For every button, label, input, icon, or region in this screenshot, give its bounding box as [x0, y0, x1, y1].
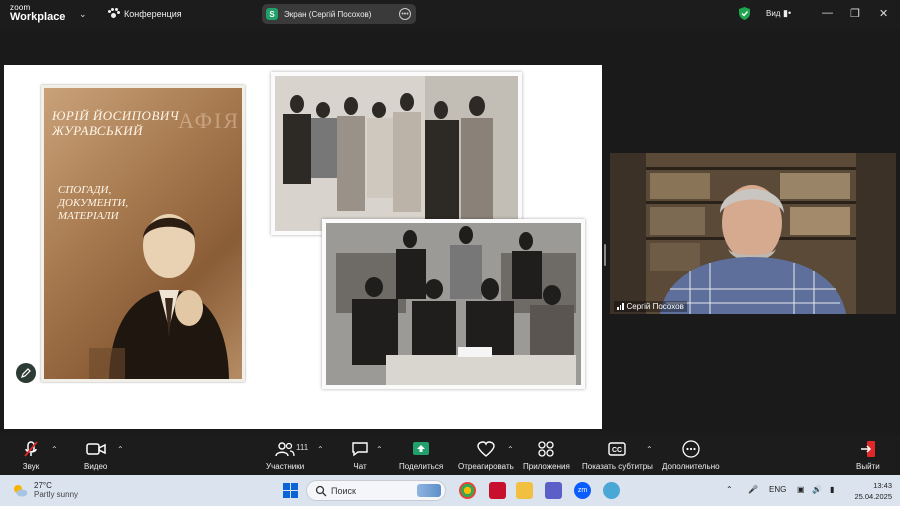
svg-text:CC: CC: [612, 447, 622, 454]
windows-start-icon[interactable]: [283, 483, 298, 498]
windows-taskbar: 27°C Partly sunny Поиск zm ⌃ 🎤 ENG ▣ 🔊 ▮: [0, 475, 900, 506]
more-label: Дополнительно: [662, 462, 720, 471]
heart-icon: [477, 441, 495, 457]
apps-label: Приложения: [523, 462, 570, 471]
camera-icon: [85, 443, 106, 455]
chrome-icon[interactable]: [459, 482, 476, 499]
view-layout-icon[interactable]: ▮•: [783, 8, 791, 19]
react-button[interactable]: Отреагировать: [458, 439, 514, 471]
chevron-down-icon[interactable]: ⌄: [79, 9, 87, 20]
chat-label: Чат: [353, 462, 367, 471]
video-button[interactable]: Видео: [84, 439, 107, 471]
more-options-icon[interactable]: •••: [399, 8, 411, 20]
apps-button[interactable]: Приложения: [523, 439, 570, 471]
view-button[interactable]: Вид: [766, 9, 780, 18]
search-icon: [315, 485, 327, 496]
weather-description: Partly sunny: [34, 490, 79, 499]
browser-app-icon[interactable]: [603, 482, 620, 499]
microphone-icon[interactable]: 🎤: [748, 485, 758, 494]
participants-count: 111: [296, 443, 309, 452]
close-icon[interactable]: ✕: [879, 7, 888, 20]
meeting-label: Конференция: [124, 8, 182, 19]
clock-time: 13:43: [873, 481, 892, 490]
taskbar-search[interactable]: Поиск: [306, 480, 446, 501]
pencil-icon: [21, 368, 31, 378]
battery-icon[interactable]: ▮: [830, 485, 834, 494]
participant-video[interactable]: Сергій Посохов: [610, 153, 896, 314]
shared-screen: АФІЯ ЮРІЙ ЙОСИПОВИЧ ЖУРАВСЬКИЙ СПОГАДИ, …: [4, 65, 602, 429]
zoom-app-icon[interactable]: zm: [574, 482, 591, 499]
language-indicator[interactable]: ENG: [769, 485, 786, 494]
book-cover-bg-text: АФІЯ: [178, 108, 240, 133]
meeting-info-button[interactable]: Конференция: [108, 8, 182, 19]
video-options-chevron-icon[interactable]: ⌃: [117, 445, 124, 454]
panel-resize-handle[interactable]: [604, 244, 606, 266]
book-cover-image: АФІЯ ЮРІЙ ЙОСИПОВИЧ ЖУРАВСЬКИЙ СПОГАДИ, …: [41, 85, 245, 382]
book-author: ЮРІЙ ЙОСИПОВИЧ ЖУРАВСЬКИЙ: [52, 108, 180, 138]
share-source-icon: S: [266, 8, 278, 20]
screen-share-pill[interactable]: S Экран (Сергій Посохов) •••: [262, 4, 416, 24]
meeting-stage: АФІЯ ЮРІЙ ЙОСИПОВИЧ ЖУРАВСЬКИЙ СПОГАДИ, …: [0, 28, 900, 435]
clock-date: 25.04.2025: [854, 492, 892, 501]
annotate-button[interactable]: [16, 363, 36, 383]
weather-widget[interactable]: 27°C Partly sunny: [12, 481, 78, 499]
minimize-icon[interactable]: —: [822, 7, 833, 19]
share-button[interactable]: Поделиться: [399, 439, 443, 471]
participants-label: Участники: [266, 462, 305, 471]
pdf-reader-icon[interactable]: [489, 482, 506, 499]
captions-options-chevron-icon[interactable]: ⌃: [646, 445, 653, 454]
volume-icon[interactable]: 🔊: [812, 485, 822, 494]
share-screen-icon: [413, 442, 430, 455]
chat-options-chevron-icon[interactable]: ⌃: [376, 445, 383, 454]
show-hidden-icons-chevron-icon[interactable]: ⌃: [726, 485, 733, 494]
partly-sunny-icon: [14, 485, 28, 497]
share-source-label: Экран (Сергій Посохов): [284, 9, 372, 19]
search-placeholder: Поиск: [331, 485, 356, 496]
audio-button[interactable]: Звук: [22, 439, 40, 471]
captions-icon: CC: [608, 442, 627, 456]
paw-icon: [108, 8, 120, 19]
react-options-chevron-icon[interactable]: ⌃: [507, 445, 514, 454]
mic-muted-icon: [24, 441, 38, 457]
display-icon[interactable]: ▣: [797, 485, 805, 494]
title-bar: zoom Workplace ⌄ Конференция S Экран (Се…: [0, 0, 900, 28]
chat-icon: [352, 442, 368, 457]
brand-workplace: Workplace: [10, 11, 66, 23]
share-label: Поделиться: [399, 462, 444, 471]
teams-icon[interactable]: [545, 482, 562, 499]
search-highlight-icon: [417, 484, 441, 497]
captions-label: Показать субтитры: [582, 462, 653, 471]
more-button[interactable]: Дополнительно: [662, 439, 720, 471]
file-explorer-icon[interactable]: [516, 482, 533, 499]
apps-icon: [538, 441, 555, 457]
participant-name-label: Сергій Посохов: [614, 301, 687, 312]
signal-bars-icon: [617, 303, 624, 310]
audio-label: Звук: [22, 462, 40, 471]
participant-name: Сергій Посохов: [626, 302, 684, 311]
more-icon: [682, 440, 700, 458]
portrait-image: [89, 214, 229, 379]
video-label: Видео: [84, 462, 108, 471]
meeting-toolbar: Звук ⌃ Видео ⌃ Участники 111 ⌃ Чат ⌃ Под…: [0, 435, 900, 475]
leave-label: Выйти: [856, 462, 880, 471]
participants-icon: [275, 442, 295, 457]
zoom-window: zoom Workplace ⌄ Конференция S Экран (Се…: [0, 0, 900, 506]
faculty-photo-image: [322, 219, 585, 389]
chat-button[interactable]: Чат: [351, 439, 369, 471]
leave-icon: [860, 441, 875, 457]
audio-options-chevron-icon[interactable]: ⌃: [51, 445, 58, 454]
leave-button[interactable]: Выйти: [856, 439, 880, 471]
shield-check-icon[interactable]: [739, 7, 750, 20]
react-label: Отреагировать: [458, 462, 514, 471]
participants-options-chevron-icon[interactable]: ⌃: [317, 445, 324, 454]
restore-icon[interactable]: ❐: [850, 7, 860, 20]
zoom-logo[interactable]: zoom Workplace: [10, 4, 65, 23]
participant-video-image: [610, 153, 896, 314]
captions-button[interactable]: CC Показать субтитры: [582, 439, 653, 471]
group-photo-image: [271, 72, 522, 235]
system-clock[interactable]: 13:43 25.04.2025: [852, 480, 892, 502]
temperature: 27°C: [34, 481, 52, 490]
